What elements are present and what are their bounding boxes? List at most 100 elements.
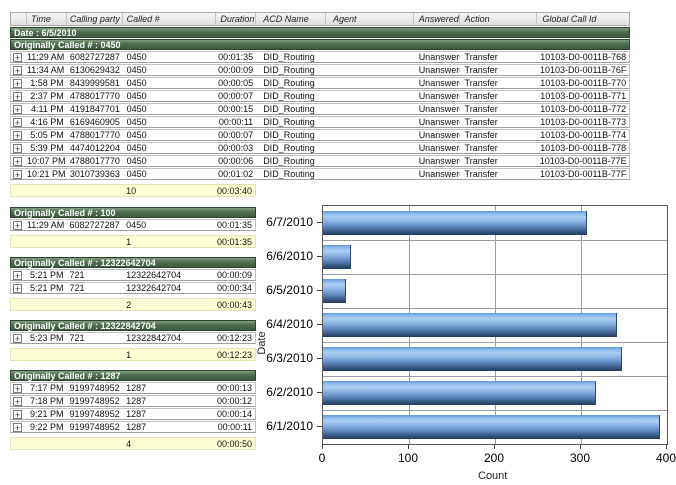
cell-time: 11:34 AM — [27, 65, 67, 75]
cell-time: 10:07 PM — [27, 156, 67, 166]
cell-answered: Unanswered — [414, 169, 460, 179]
table-row[interactable]: +5:21 PM7211232264270400:00:34 — [10, 282, 256, 294]
cell-global-call-id: 10103-D0-0011B-774 — [537, 130, 629, 140]
cell-time: 4:11 PM — [27, 104, 67, 114]
table-row[interactable]: +5:05 PM4788017770045000:00:07DID_Routin… — [10, 129, 630, 141]
group-section: Originally Called # : 1287+7:17 PM919974… — [10, 370, 256, 450]
column-header-duration: Duration — [216, 13, 256, 25]
cell-time: 5:39 PM — [27, 143, 67, 153]
cell-called: 1287 — [122, 422, 215, 432]
cell-called: 12322642704 — [122, 283, 215, 293]
cell-global-call-id: 10103-D0-0011B-772 — [537, 104, 629, 114]
expand-icon[interactable]: + — [13, 284, 22, 293]
cell-called: 0450 — [122, 220, 215, 230]
column-header-agent: Agent — [326, 13, 414, 25]
y-axis-tick — [317, 256, 322, 257]
table-row[interactable]: +2:37 PM4788017770045000:00:07DID_Routin… — [10, 90, 630, 102]
cell-action: Transfer — [460, 169, 538, 179]
chart-bar — [323, 313, 617, 337]
chart-bar — [323, 279, 346, 303]
expand-icon[interactable]: + — [13, 53, 22, 62]
cell-action: Transfer — [460, 143, 538, 153]
expand-icon[interactable]: + — [13, 79, 22, 88]
cell-global-call-id: 10103-D0-0011B-76F — [537, 65, 629, 75]
cell-called: 0450 — [123, 65, 217, 75]
chart-bar — [323, 211, 587, 235]
column-header-acd-name: ACD Name — [256, 13, 326, 25]
expand-icon[interactable]: + — [13, 384, 22, 393]
cell-called: 0450 — [123, 52, 217, 62]
cell-answered: Unanswered — [414, 143, 460, 153]
cell-action: Transfer — [460, 52, 538, 62]
table-row[interactable]: +1:58 PM8439999581045000:00:05DID_Routin… — [10, 77, 630, 89]
expand-icon[interactable]: + — [13, 397, 22, 406]
y-axis-tick — [317, 358, 322, 359]
table-row[interactable]: +10:07 PM4788017770045000:00:06DID_Routi… — [10, 155, 630, 167]
y-axis-category-label: 6/1/2010 — [255, 420, 313, 432]
expand-cell: + — [11, 92, 27, 101]
cell-duration: 00:00:09 — [216, 65, 256, 75]
group-summary-row: 200:00:43 — [10, 298, 256, 311]
expand-cell: + — [11, 131, 27, 140]
table-row[interactable]: +4:16 PM6169460905045000:00:11DID_Routin… — [10, 116, 630, 128]
expand-icon[interactable]: + — [13, 423, 22, 432]
table-row[interactable]: +4:11 PM4191847701045000:00:15DID_Routin… — [10, 103, 630, 115]
expand-icon[interactable]: + — [13, 118, 22, 127]
expand-icon[interactable]: + — [13, 105, 22, 114]
table-row[interactable]: +9:21 PM9199748952128700:00:14 — [10, 408, 256, 420]
expand-cell: + — [11, 66, 27, 75]
table-row[interactable]: +5:21 PM7211232264270400:00:09 — [10, 269, 256, 281]
expand-icon[interactable]: + — [13, 66, 22, 75]
expand-icon[interactable]: + — [13, 271, 22, 280]
originally-called-band: Originally Called # : 100 — [10, 207, 256, 218]
table-row[interactable]: +7:18 PM9199748952128700:00:12 — [10, 395, 256, 407]
chart-plot-area — [322, 205, 668, 445]
cell-calling-party: 8439999581 — [67, 78, 123, 88]
cell-time: 7:17 PM — [27, 383, 67, 393]
cell-called: 0450 — [123, 91, 217, 101]
expand-icon[interactable]: + — [13, 221, 22, 230]
table-row[interactable]: +11:34 AM6130629432045000:00:09DID_Routi… — [10, 64, 630, 76]
cell-acd-name: DID_Routing — [256, 130, 326, 140]
table-row[interactable]: +5:39 PM4474012204045000:00:03DID_Routin… — [10, 142, 630, 154]
cell-duration: 00:00:05 — [216, 78, 256, 88]
cell-acd-name: DID_Routing — [256, 91, 326, 101]
column-header-called: Called # — [123, 13, 217, 25]
expand-cell: + — [11, 157, 27, 166]
expand-cell: + — [11, 410, 27, 419]
cell-duration: 00:00:34 — [215, 283, 255, 293]
group-summary-row: 1000:03:40 — [10, 184, 256, 197]
chart-bar — [323, 415, 660, 439]
x-axis-tick-label: 200 — [472, 451, 516, 465]
table-row[interactable]: +9:22 PM9199748952128700:00:11 — [10, 421, 256, 433]
expand-cell: + — [11, 144, 27, 153]
originally-called-band-0450: Originally Called # : 0450 — [10, 39, 630, 50]
originally-called-band: Originally Called # : 12322842704 — [10, 320, 256, 331]
table-row[interactable]: +7:17 PM9199748952128700:00:13 — [10, 382, 256, 394]
summary-total-duration: 00:01:35 — [215, 237, 255, 247]
expand-icon[interactable]: + — [13, 334, 22, 343]
cell-action: Transfer — [460, 78, 538, 88]
cell-calling-party: 4788017770 — [67, 156, 123, 166]
table-row[interactable]: +11:29 AM6082727287045000:01:35DID_Routi… — [10, 51, 630, 63]
cell-called: 0450 — [123, 143, 217, 153]
chart-horizontal-gridline — [323, 274, 667, 275]
expand-icon[interactable]: + — [13, 131, 22, 140]
cell-answered: Unanswered — [414, 52, 460, 62]
cell-action: Transfer — [460, 104, 538, 114]
cell-called: 0450 — [123, 130, 217, 140]
table-row[interactable]: +10:21 PM3010739363045000:01:02DID_Routi… — [10, 168, 630, 180]
expand-icon[interactable]: + — [13, 410, 22, 419]
x-axis-tick-label: 300 — [558, 451, 602, 465]
group-section: Originally Called # : 12322842704+5:23 P… — [10, 320, 256, 361]
expand-cell: + — [11, 53, 27, 62]
table-row[interactable]: +5:23 PM7211232284270400:12:23 — [10, 332, 256, 344]
x-axis-tick-label: 400 — [644, 451, 676, 465]
expand-icon[interactable]: + — [13, 170, 22, 179]
cell-duration: 00:00:12 — [215, 396, 255, 406]
expand-icon[interactable]: + — [13, 157, 22, 166]
cell-action: Transfer — [460, 117, 538, 127]
expand-icon[interactable]: + — [13, 92, 22, 101]
expand-icon[interactable]: + — [13, 144, 22, 153]
table-row[interactable]: +11:29 AM6082727287045000:01:35 — [10, 219, 256, 231]
